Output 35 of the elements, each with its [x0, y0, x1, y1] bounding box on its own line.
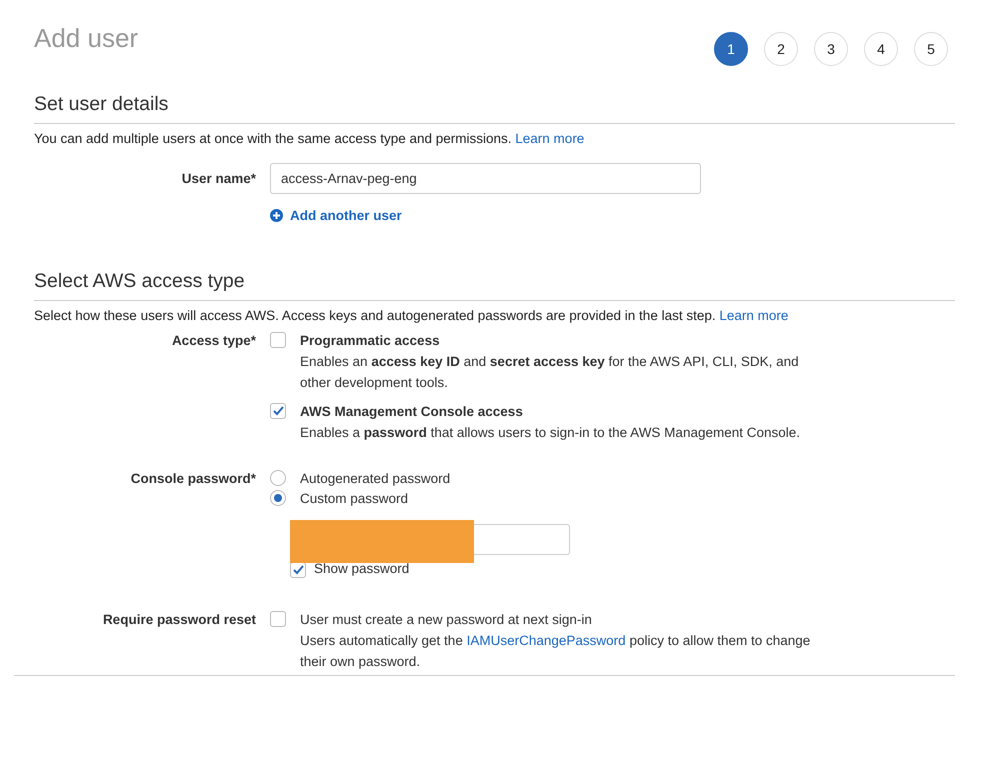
field-label: Require password reset — [102, 611, 256, 629]
checkbox[interactable] — [270, 611, 286, 627]
option-description: Enables a password that allows users to sign-in to the AWS Management Console. — [300, 424, 800, 442]
option-label: Programmatic access — [300, 332, 441, 350]
step-indicator[interactable]: 5 — [914, 32, 948, 66]
learn-more-link[interactable]: Learn more — [719, 308, 788, 323]
field-label: Access type* — [172, 332, 256, 350]
option-description: Enables an access key ID and secret access key for the AWS API, CLI, SDK, and other development tools. — [300, 353, 800, 392]
step-indicator[interactable]: 2 — [764, 32, 798, 66]
option-label: Show password — [314, 560, 410, 578]
option-label: Custom password — [300, 490, 408, 508]
section-description: You can add multiple users at once with the same access type and permissions. Learn more — [34, 130, 586, 148]
option-description: Users automatically get the IAMUserChangePassword policy to allow them to change their own password. — [300, 632, 812, 671]
section-heading: Set user details — [34, 92, 955, 124]
checkbox[interactable] — [270, 403, 286, 419]
field-label: User name* — [182, 170, 256, 188]
policy-link[interactable]: IAMUserChangePassword — [466, 633, 626, 648]
page-title: Add user — [34, 22, 138, 54]
option-label: AWS Management Console access — [300, 403, 524, 421]
radio-button[interactable] — [270, 470, 286, 486]
checkbox[interactable] — [270, 332, 286, 348]
option-label: Autogenerated password — [300, 470, 450, 488]
step-indicator[interactable]: 4 — [864, 32, 898, 66]
plus-circle-icon — [270, 209, 283, 222]
option-label: User must create a new password at next sign-in — [300, 611, 593, 629]
section-description: Select how these users will access AWS. Access keys and autogenerated passwords are provided in the last step. Learn more — [34, 307, 790, 325]
radio-button[interactable] — [270, 490, 286, 506]
step-indicator[interactable]: 1 — [714, 32, 748, 66]
section-heading: Select AWS access type — [34, 269, 955, 301]
learn-more-link[interactable]: Learn more — [515, 131, 584, 146]
step-indicator[interactable]: 3 — [814, 32, 848, 66]
password-field[interactable] — [474, 524, 570, 555]
user-name-field[interactable]: access-Arnav-peg-eng — [270, 163, 701, 194]
field-label: Console password* — [130, 470, 256, 488]
add-another-user-link[interactable]: Add another user — [270, 208, 402, 223]
